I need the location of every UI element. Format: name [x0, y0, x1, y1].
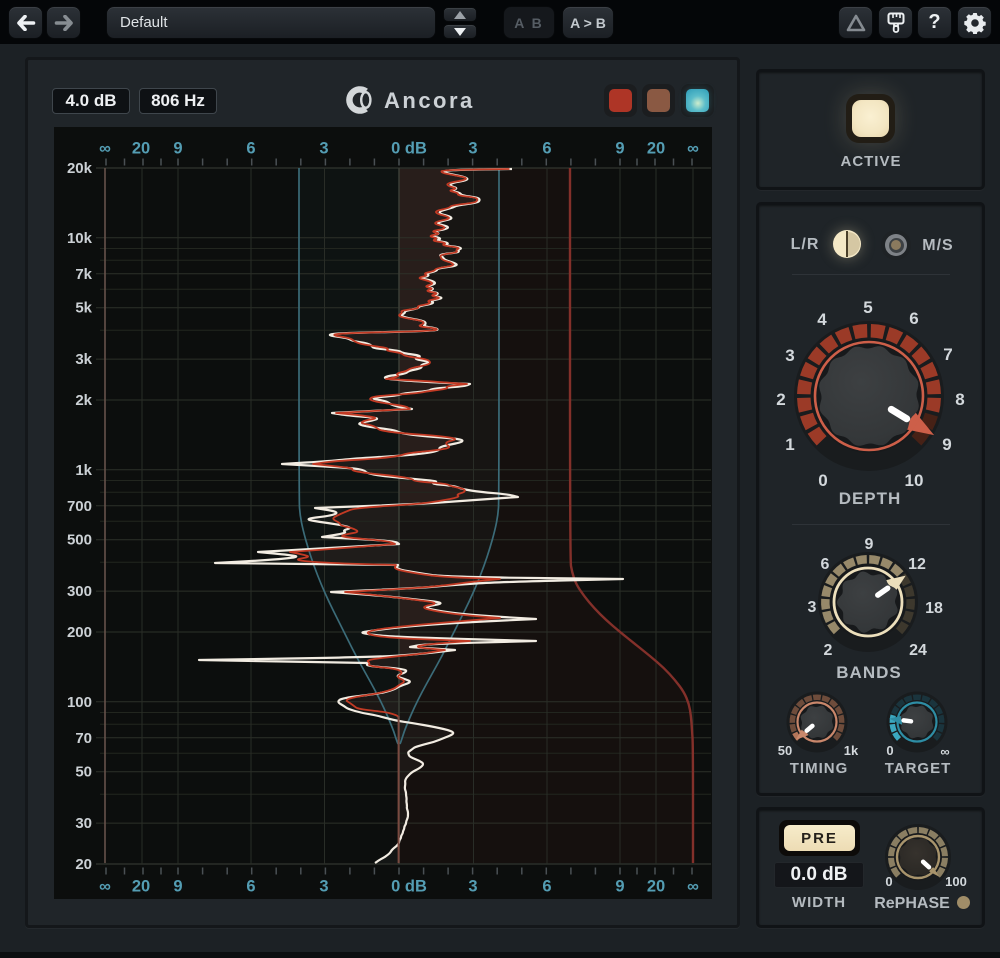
svg-text:6: 6 — [542, 878, 551, 896]
svg-text:7: 7 — [943, 345, 952, 364]
svg-text:1k: 1k — [844, 743, 859, 758]
svg-text:24: 24 — [909, 642, 927, 659]
svg-text:9: 9 — [173, 140, 182, 158]
svg-text:1k: 1k — [75, 462, 92, 479]
svg-text:700: 700 — [67, 498, 92, 515]
svg-text:3: 3 — [808, 599, 817, 616]
svg-text:200: 200 — [67, 624, 92, 641]
svg-text:3k: 3k — [75, 351, 92, 368]
svg-text:20: 20 — [647, 878, 665, 896]
svg-text:6: 6 — [821, 556, 830, 573]
svg-text:6: 6 — [909, 309, 918, 328]
svg-text:3: 3 — [468, 140, 477, 158]
svg-text:30: 30 — [75, 815, 92, 832]
svg-text:70: 70 — [75, 730, 92, 747]
svg-text:20k: 20k — [67, 160, 93, 177]
svg-text:10k: 10k — [67, 230, 93, 247]
svg-text:18: 18 — [925, 600, 943, 617]
svg-text:3: 3 — [785, 346, 794, 365]
svg-text:3: 3 — [468, 878, 477, 896]
svg-text:9: 9 — [942, 435, 951, 454]
svg-text:∞: ∞ — [687, 140, 699, 158]
svg-text:50: 50 — [75, 764, 92, 781]
svg-text:9: 9 — [615, 878, 624, 896]
svg-text:100: 100 — [945, 874, 967, 889]
svg-text:2: 2 — [824, 642, 833, 659]
svg-text:Ancora: Ancora — [384, 88, 475, 113]
svg-text:∞: ∞ — [687, 878, 699, 896]
svg-text:∞: ∞ — [99, 140, 111, 158]
svg-text:4: 4 — [817, 310, 827, 329]
svg-text:20: 20 — [132, 140, 150, 158]
svg-text:9: 9 — [865, 536, 874, 553]
svg-text:0: 0 — [818, 471, 827, 490]
svg-text:9: 9 — [173, 878, 182, 896]
svg-text:6: 6 — [246, 140, 255, 158]
svg-text:0 dB: 0 dB — [391, 878, 427, 896]
svg-text:8: 8 — [955, 390, 964, 409]
svg-text:300: 300 — [67, 583, 92, 600]
svg-text:2: 2 — [776, 390, 785, 409]
svg-text:0: 0 — [885, 874, 892, 889]
svg-text:50: 50 — [778, 743, 792, 758]
svg-text:12: 12 — [908, 556, 926, 573]
svg-text:500: 500 — [67, 532, 92, 549]
svg-text:10: 10 — [905, 471, 924, 490]
svg-text:∞: ∞ — [99, 878, 111, 896]
svg-text:0: 0 — [886, 743, 893, 758]
svg-text:20: 20 — [647, 140, 665, 158]
svg-text:∞: ∞ — [940, 744, 949, 759]
svg-text:20: 20 — [132, 878, 150, 896]
svg-text:20: 20 — [75, 856, 92, 873]
svg-text:9: 9 — [615, 140, 624, 158]
svg-text:6: 6 — [542, 140, 551, 158]
svg-text:6: 6 — [246, 878, 255, 896]
svg-text:3: 3 — [319, 140, 328, 158]
svg-text:7k: 7k — [75, 266, 92, 283]
svg-text:100: 100 — [67, 694, 92, 711]
svg-text:0 dB: 0 dB — [391, 140, 427, 158]
svg-text:5: 5 — [863, 298, 872, 317]
svg-text:2k: 2k — [75, 392, 92, 409]
svg-text:5k: 5k — [75, 300, 92, 317]
svg-text:3: 3 — [319, 878, 328, 896]
svg-text:1: 1 — [785, 435, 794, 454]
